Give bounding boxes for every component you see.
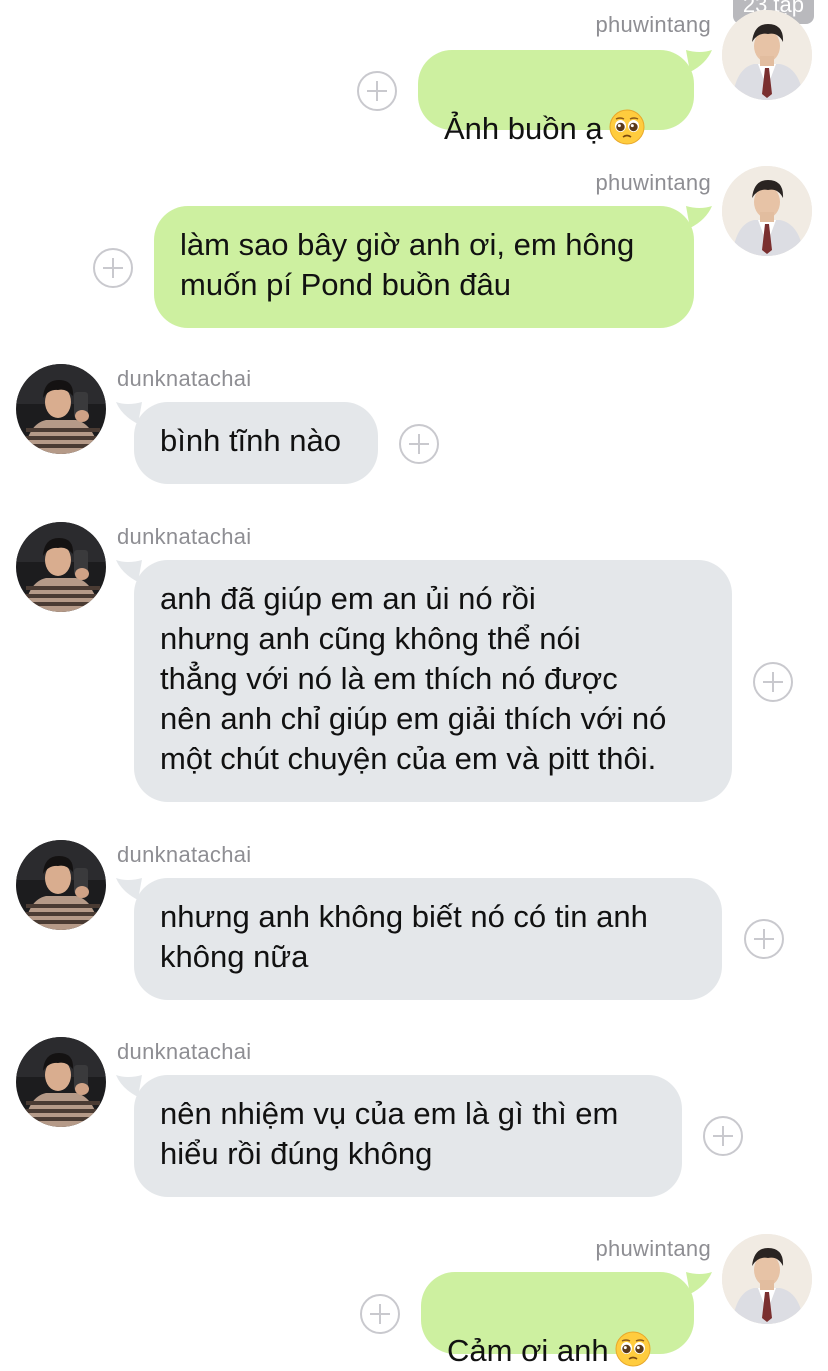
sender-name: dunknatachai [117, 524, 252, 549]
pleading-face-emoji-icon [615, 1331, 651, 1367]
message-bubble[interactable]: nhưng anh không biết nó có tin anh không… [134, 878, 722, 1000]
sender-name: phuwintang [595, 170, 711, 195]
message-bubble[interactable]: Cảm ơi anh [421, 1272, 694, 1368]
sender-name: dunknatachai [117, 842, 252, 867]
avatar[interactable] [722, 1234, 812, 1324]
add-reaction-button[interactable] [744, 919, 784, 959]
avatar[interactable] [722, 166, 812, 256]
bubble-tail [686, 206, 712, 228]
message-text: Cảm ơi anh [447, 1333, 609, 1368]
message-row: dunknatachai nhưng anh không biết nó có … [0, 834, 828, 1014]
avatar[interactable] [16, 840, 106, 930]
sender-name: dunknatachai [117, 1039, 252, 1064]
avatar[interactable] [16, 364, 106, 454]
avatar[interactable] [16, 522, 106, 612]
message-bubble[interactable]: làm sao bây giờ anh ơi, em hông muốn pí … [154, 206, 694, 328]
message-bubble[interactable]: Ảnh buồn ạ [418, 50, 694, 146]
bubble-tail [686, 50, 712, 72]
add-reaction-button[interactable] [753, 662, 793, 702]
message-row: dunknatachai bình tĩnh nào [0, 358, 828, 498]
add-reaction-button[interactable] [399, 424, 439, 464]
sender-name: phuwintang [595, 12, 711, 37]
message-bubble[interactable]: bình tĩnh nào [134, 402, 378, 484]
bubble-tail [686, 1272, 712, 1294]
message-row: phuwintang làm sao bây giờ anh ơi, em hô… [0, 160, 828, 340]
add-reaction-button[interactable] [357, 71, 397, 111]
message-row: phuwintang Ảnh buồn ạ [0, 0, 828, 146]
add-reaction-button[interactable] [360, 1294, 400, 1334]
message-row: dunknatachai nên nhiệm vụ của em là gì t… [0, 1031, 828, 1211]
add-reaction-button[interactable] [703, 1116, 743, 1156]
add-reaction-button[interactable] [93, 248, 133, 288]
pleading-face-emoji-icon [609, 109, 645, 145]
message-row: dunknatachai anh đã giúp em an ủi nó rồi… [0, 516, 828, 816]
sender-name: dunknatachai [117, 366, 252, 391]
message-text: Ảnh buồn ạ [444, 111, 603, 146]
sender-name: phuwintang [595, 1236, 711, 1261]
message-row: phuwintang Cảm ơi anh [0, 1228, 828, 1368]
message-bubble[interactable]: anh đã giúp em an ủi nó rồi nhưng anh cũ… [134, 560, 732, 802]
message-bubble[interactable]: nên nhiệm vụ của em là gì thì em hiểu rồ… [134, 1075, 682, 1197]
avatar[interactable] [722, 10, 812, 100]
avatar[interactable] [16, 1037, 106, 1127]
